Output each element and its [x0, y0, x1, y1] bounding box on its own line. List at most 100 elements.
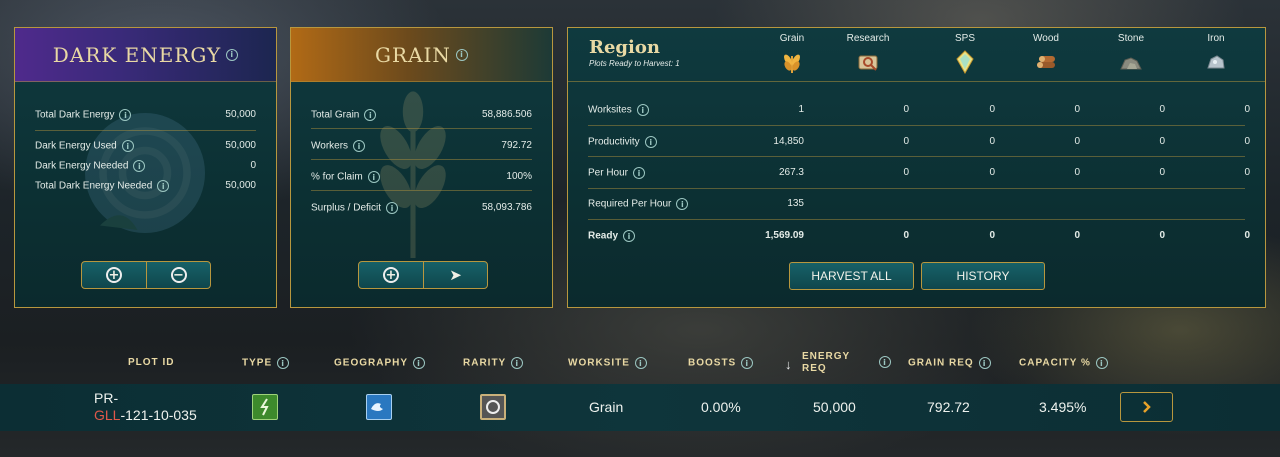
history-button[interactable]: HISTORY: [921, 262, 1045, 290]
geography-header[interactable]: GEOGRAPHY i: [334, 357, 426, 369]
resource-label: Stone: [1117, 33, 1145, 44]
iron-icon: [1207, 55, 1225, 69]
grain-value: 14,850: [773, 136, 804, 147]
info-icon[interactable]: i: [879, 356, 891, 368]
info-icon[interactable]: i: [978, 357, 991, 369]
info-icon[interactable]: i: [277, 357, 290, 369]
divider: [588, 156, 1245, 157]
rarity-header[interactable]: RARITY i: [463, 357, 524, 369]
info-icon[interactable]: i: [353, 140, 366, 152]
worksite-header[interactable]: WORKSITE i: [568, 357, 647, 369]
stone-value: 0: [1159, 136, 1165, 147]
header-label-line: ENERGY: [802, 351, 851, 362]
type-icon: [252, 394, 278, 420]
resource-grain: Grain: [762, 33, 822, 77]
wood-value: 0: [1074, 230, 1080, 241]
add-dark-energy-button[interactable]: +: [82, 262, 146, 288]
header-label: GRAIN REQ: [908, 357, 974, 369]
info-icon[interactable]: i: [367, 171, 380, 183]
info-icon[interactable]: i: [634, 357, 647, 369]
sort-arrow-icon[interactable]: ↓: [785, 357, 793, 372]
header-label: CAPACITY %: [1019, 357, 1091, 369]
info-icon[interactable]: i: [623, 230, 636, 242]
divider: [588, 219, 1245, 220]
plus-icon: +: [106, 267, 122, 283]
boosts-header[interactable]: BOOSTS i: [688, 357, 754, 369]
resource-label: SPS: [954, 33, 975, 44]
grain-panel: GRAIN i Total Grain i 58,886.506 Workers i…: [290, 27, 553, 308]
capacity-header[interactable]: CAPACITY % i: [1019, 357, 1108, 369]
divider: [311, 159, 532, 160]
grain-value: 267.3: [778, 167, 804, 178]
stone-value: 0: [1159, 167, 1165, 178]
info-icon[interactable]: i: [364, 109, 377, 121]
research-value: 0: [903, 136, 909, 147]
info-icon[interactable]: i: [644, 136, 657, 148]
resource-label: Wood: [1033, 33, 1059, 44]
row-value: 100%: [506, 171, 532, 182]
header-label: ENERGY REQ: [802, 351, 850, 375]
wood-value: 0: [1074, 167, 1080, 178]
info-icon[interactable]: i: [676, 198, 689, 210]
info-icon[interactable]: i: [741, 357, 754, 369]
row-label: Dark Energy Needed: [35, 160, 129, 172]
row-label: Productivity: [588, 136, 640, 148]
info-icon[interactable]: i: [1095, 357, 1108, 369]
grain-value: 1,569.09: [765, 230, 804, 241]
plot-id-header[interactable]: PLOT ID: [128, 357, 174, 368]
grain-req-cell: 792.72: [927, 399, 970, 415]
sps-value: 0: [989, 136, 995, 147]
header-label-line: REQ: [802, 363, 827, 374]
research-value: 0: [903, 230, 909, 241]
worksite-cell: Grain: [589, 399, 624, 415]
info-icon[interactable]: i: [511, 357, 524, 369]
plots-ready-subtitle: Plots Ready to Harvest: 1: [589, 59, 680, 68]
row-label: Required Per Hour: [588, 198, 672, 210]
type-header[interactable]: TYPE i: [242, 357, 290, 369]
open-plot-button[interactable]: [1120, 392, 1173, 422]
ready-row: Ready i 1,569.09 0 0 0 0 0: [588, 227, 1250, 247]
wood-value: 0: [1074, 104, 1080, 115]
row-label: Workers: [311, 140, 349, 152]
info-icon[interactable]: i: [633, 167, 646, 179]
row-value: 50,000: [225, 140, 256, 151]
stone-value: 0: [1159, 104, 1165, 115]
info-icon[interactable]: i: [226, 48, 239, 61]
region-title: Region: [589, 37, 660, 58]
dark-energy-needed-row: Dark Energy Needed i 0: [35, 160, 256, 172]
wood-icon: [1037, 56, 1055, 68]
send-arrow-icon: ➤: [449, 266, 462, 284]
info-icon[interactable]: i: [157, 180, 170, 192]
info-icon[interactable]: i: [133, 160, 146, 172]
harvest-all-button[interactable]: HARVEST ALL: [789, 262, 914, 290]
resource-label: Iron: [1207, 33, 1225, 44]
total-grain-row: Total Grain i 58,886.506: [311, 109, 532, 121]
geography-icon: [366, 394, 392, 420]
resource-iron: Iron: [1186, 33, 1246, 77]
grain-value: 1: [798, 104, 804, 115]
divider: [311, 190, 532, 191]
plot-id-cell: PR- GLL-121-10-035: [94, 390, 197, 424]
info-icon[interactable]: i: [119, 109, 132, 121]
resource-wood: Wood: [1016, 33, 1076, 77]
header-label: RARITY: [463, 357, 507, 369]
info-icon[interactable]: i: [386, 202, 399, 214]
header-label: BOOSTS: [688, 357, 737, 369]
grain-req-header[interactable]: GRAIN REQ i: [908, 357, 991, 369]
add-grain-button[interactable]: +: [359, 262, 423, 288]
total-dark-energy-needed-row: Total Dark Energy Needed i 50,000: [35, 180, 256, 192]
send-grain-button[interactable]: ➤: [423, 262, 487, 288]
table-row[interactable]: PR- GLL-121-10-035 Grain 0.00% 50,000 79…: [0, 384, 1280, 431]
info-icon[interactable]: i: [121, 140, 134, 152]
dark-energy-panel: DARK ENERGY i Total Dark Energy i 50,000 …: [14, 27, 277, 308]
info-icon[interactable]: i: [455, 48, 468, 61]
row-label: Worksites: [588, 104, 632, 116]
plot-id-suffix: -121-10-035: [120, 407, 197, 423]
remove-dark-energy-button[interactable]: −: [146, 262, 210, 288]
row-label: Per Hour: [588, 167, 629, 179]
grain-value: 135: [787, 198, 804, 209]
info-icon[interactable]: i: [636, 104, 649, 116]
plus-icon: +: [383, 267, 399, 283]
info-icon[interactable]: i: [413, 357, 426, 369]
worksites-row: Worksites i 1 0 0 0 0 0: [588, 101, 1250, 121]
